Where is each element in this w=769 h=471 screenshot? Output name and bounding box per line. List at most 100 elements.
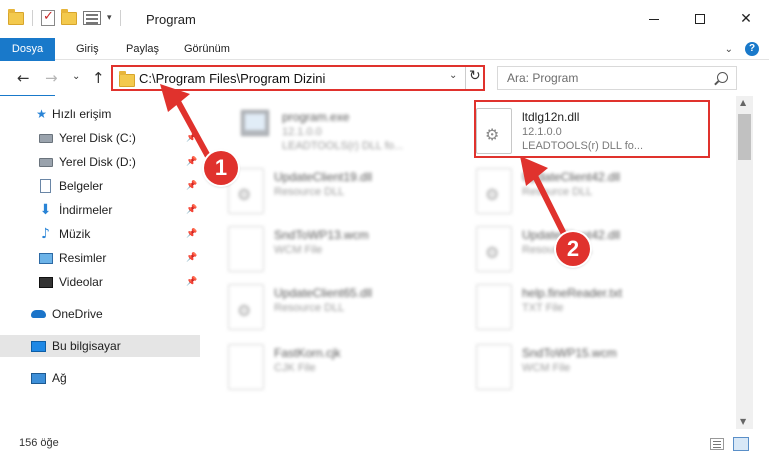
network-icon xyxy=(31,371,46,386)
details-view-icon[interactable] xyxy=(710,438,724,450)
sidebar-item-network[interactable]: Ağ xyxy=(0,367,200,389)
sidebar-item-label: Bu bilgisayar xyxy=(52,339,121,353)
sidebar-item-label: Ağ xyxy=(52,371,67,385)
help-icon[interactable]: ? xyxy=(745,42,759,56)
window-title: Program xyxy=(146,12,196,27)
file-name: UpdateClient65.dll xyxy=(274,286,373,300)
pictures-icon xyxy=(38,251,53,266)
sidebar-item-quick-access[interactable]: ★ Hızlı erişim xyxy=(0,103,200,125)
search-icon[interactable] xyxy=(717,72,728,83)
sidebar-item-label: Yerel Disk (C:) xyxy=(59,131,136,145)
file-name: SndToWP15.wcm xyxy=(522,346,617,360)
refresh-button[interactable]: ↻ xyxy=(469,68,481,84)
quick-access-toolbar: ▾ xyxy=(8,8,123,26)
file-name: SndToWP13.wcm xyxy=(274,228,369,242)
sidebar-item-videos[interactable]: Videolar 📌 xyxy=(0,271,200,293)
sidebar-item-label: Videolar xyxy=(59,275,103,289)
sidebar-item-label: Belgeler xyxy=(59,179,104,193)
address-bar[interactable]: C:\Program Files\Program Dizini ⌄ ↻ xyxy=(111,65,485,91)
sidebar-item-downloads[interactable]: ⬇ İndirmeler 📌 xyxy=(0,199,200,221)
forward-button[interactable]: → xyxy=(45,69,58,87)
pin-icon: 📌 xyxy=(186,181,198,191)
sidebar-item-music[interactable]: ♪ Müzik 📌 xyxy=(0,223,200,245)
scroll-thumb[interactable] xyxy=(738,114,751,160)
minimize-button[interactable] xyxy=(631,0,677,38)
downloads-icon: ⬇ xyxy=(39,202,52,218)
file-item[interactable]: ⚙ UpdateClient19.dll Resource DLL xyxy=(206,160,441,222)
file-item[interactable]: FastKorn.cjk CJK File xyxy=(206,336,441,398)
sidebar-item-local-disk-d[interactable]: Yerel Disk (D:) 📌 xyxy=(0,151,200,173)
sidebar-item-label: Hızlı erişim xyxy=(52,107,112,121)
up-button[interactable]: ↑ xyxy=(92,69,105,87)
customize-icon[interactable] xyxy=(83,11,101,25)
file-item[interactable]: ⚙ UpdateClient42.dll Resource DLL xyxy=(454,160,689,222)
file-item[interactable]: program.exe 12.1.0.0 LEADTOOLS(r) DLL fo… xyxy=(214,100,449,162)
gear-icon: ⚙ xyxy=(485,185,500,204)
navigation-pane: ★ Hızlı erişim Yerel Disk (C:) 📌 Yerel D… xyxy=(0,96,205,429)
gear-icon: ⚙ xyxy=(237,185,252,204)
maximize-button[interactable] xyxy=(677,0,723,38)
sidebar-item-documents[interactable]: Belgeler 📌 xyxy=(0,175,200,197)
onedrive-icon xyxy=(31,307,46,322)
tab-paylas[interactable]: Paylaş xyxy=(126,38,159,60)
pin-icon: 📌 xyxy=(186,205,198,215)
vertical-scrollbar[interactable]: ▲ ▼ xyxy=(736,96,753,429)
back-button[interactable]: ← xyxy=(17,69,30,87)
sidebar-item-local-disk-c[interactable]: Yerel Disk (C:) 📌 xyxy=(0,127,200,149)
file-type: Resource DLL xyxy=(274,302,345,314)
file-icon xyxy=(228,344,264,390)
file-item[interactable]: SndToWP15.wcm WCM File xyxy=(454,336,689,398)
star-icon: ★ xyxy=(36,107,47,121)
sidebar-item-label: İndirmeler xyxy=(59,203,113,217)
window-controls: ✕ xyxy=(631,0,769,38)
pin-icon: 📌 xyxy=(186,253,198,263)
sidebar-item-this-pc[interactable]: Bu bilgisayar xyxy=(0,335,200,357)
sidebar-item-label: OneDrive xyxy=(52,307,103,321)
toolbar-separator xyxy=(119,10,121,26)
file-list: program.exe 12.1.0.0 LEADTOOLS(r) DLL fo… xyxy=(206,96,736,429)
expand-ribbon-icon[interactable]: ⌄ xyxy=(725,44,733,55)
file-version: 12.1.0.0 xyxy=(282,126,322,138)
toolbar-separator xyxy=(32,10,33,26)
sidebar-item-onedrive[interactable]: OneDrive xyxy=(0,303,200,325)
file-name: help.fineReader.txt xyxy=(522,286,623,300)
search-placeholder: Ara: Program xyxy=(507,71,579,85)
file-type: Resource DLL xyxy=(274,186,345,198)
address-history-chevron-icon[interactable]: ⌄ xyxy=(449,70,457,81)
file-item[interactable]: help.fineReader.txt TXT File xyxy=(454,276,689,338)
highlight-box-file xyxy=(474,100,710,158)
status-bar: 156 öğe xyxy=(0,429,769,459)
file-type: TXT File xyxy=(522,302,564,314)
pin-icon: 📌 xyxy=(186,157,198,167)
sidebar-item-label: Resimler xyxy=(59,251,107,265)
file-description: LEADTOOLS(r) DLL fo... xyxy=(282,140,404,152)
file-item[interactable]: ⚙ UpdateClient65.dll Resource DLL xyxy=(206,276,441,338)
file-name: UpdateClient19.dll xyxy=(274,170,373,184)
close-button[interactable]: ✕ xyxy=(723,0,769,38)
new-folder-icon[interactable] xyxy=(61,8,77,25)
address-path[interactable]: C:\Program Files\Program Dizini xyxy=(139,71,325,86)
music-icon: ♪ xyxy=(41,226,50,242)
scroll-up-icon[interactable]: ▲ xyxy=(740,98,746,107)
dll-icon: ⚙ xyxy=(228,284,264,330)
file-name: UpdateClient42.dll xyxy=(522,170,621,184)
folder-icon xyxy=(8,8,24,25)
file-type: Resource DLL xyxy=(522,186,593,198)
chevron-down-icon[interactable]: ▾ xyxy=(107,13,112,23)
ribbon-right-controls: ⌄ ? xyxy=(725,42,759,56)
properties-check-icon[interactable] xyxy=(41,9,55,26)
item-count: 156 öğe xyxy=(19,437,59,449)
sidebar-item-pictures[interactable]: Resimler 📌 xyxy=(0,247,200,269)
pin-icon: 📌 xyxy=(186,229,198,239)
drive-icon xyxy=(38,155,53,170)
dll-icon: ⚙ xyxy=(476,168,512,214)
search-box[interactable]: Ara: Program xyxy=(497,66,737,90)
ribbon-tabs: Dosya Giriş Paylaş Görünüm ⌄ ? xyxy=(0,38,769,100)
tab-giris[interactable]: Giriş xyxy=(76,38,99,60)
tab-gorunum[interactable]: Görünüm xyxy=(184,38,230,60)
dll-icon: ⚙ xyxy=(476,226,512,272)
file-item[interactable]: SndToWP13.wcm WCM File xyxy=(206,218,441,280)
tiles-view-icon[interactable] xyxy=(733,437,749,451)
scroll-down-icon[interactable]: ▼ xyxy=(740,417,746,426)
recent-locations-button[interactable]: ⌄ xyxy=(72,71,80,82)
